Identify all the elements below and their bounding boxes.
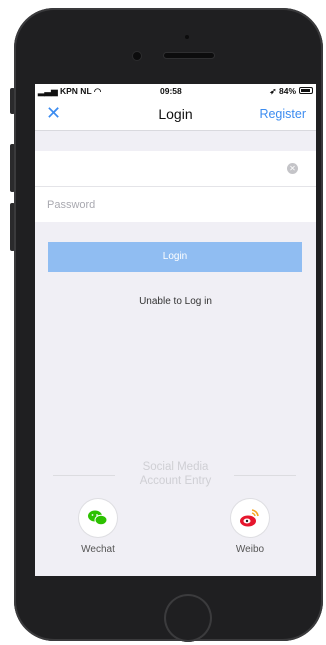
social-title: Social Media Account Entry: [139, 461, 212, 487]
wifi-icon: ◠: [93, 86, 102, 96]
speaker-grille: [164, 53, 214, 58]
battery-icon: [299, 87, 313, 94]
home-button[interactable]: [164, 594, 212, 642]
weibo-button[interactable]: [231, 499, 269, 537]
social-label-wechat: Wechat: [81, 544, 115, 555]
battery-label: ➶ 84%: [269, 86, 296, 96]
register-link[interactable]: Register: [259, 107, 306, 121]
sensor: [185, 35, 189, 39]
screen: ▂▃▅ KPN NL ◠ 09:58 ➶ 84% ✕ Login Registe…: [35, 84, 316, 576]
weibo-icon: [240, 509, 259, 527]
wechat-icon: [88, 510, 108, 526]
status-time: 09:58: [160, 86, 182, 96]
signal-icon: ▂▃▅: [38, 86, 58, 96]
front-camera: [133, 52, 141, 60]
password-input[interactable]: [35, 187, 267, 222]
username-input[interactable]: [35, 151, 267, 186]
unable-to-login-link[interactable]: Unable to Log in: [35, 296, 316, 307]
nav-bar: ✕ Login Register: [35, 98, 316, 131]
divider-line: [234, 475, 296, 476]
wechat-button[interactable]: [79, 499, 117, 537]
divider-line: [53, 475, 115, 476]
login-button[interactable]: Login: [48, 242, 302, 272]
location-icon: ➶: [269, 86, 277, 96]
social-label-weibo: Weibo: [235, 544, 265, 555]
status-bar: ▂▃▅ KPN NL ◠ 09:58 ➶ 84%: [35, 84, 316, 98]
password-row: [35, 187, 316, 222]
clear-icon[interactable]: ✕: [287, 163, 298, 174]
carrier-label: ▂▃▅ KPN NL ◠: [38, 86, 102, 96]
username-row: ✕: [35, 151, 316, 187]
